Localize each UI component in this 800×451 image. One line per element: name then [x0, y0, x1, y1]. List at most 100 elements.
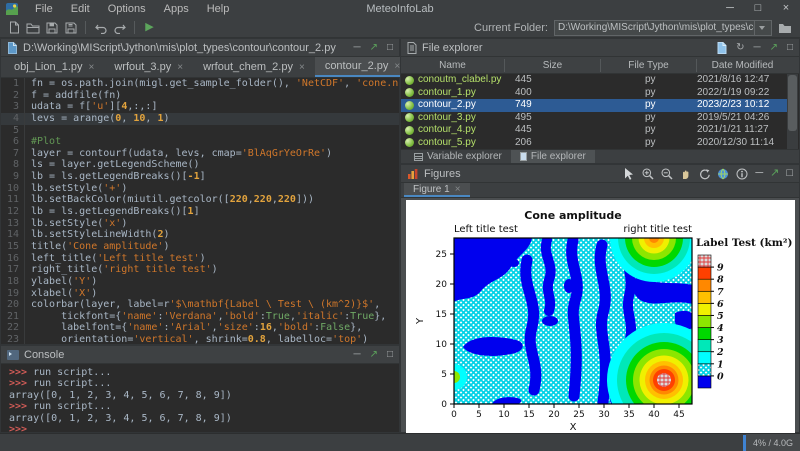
column-header-size[interactable]: Size: [505, 59, 601, 72]
code-line[interactable]: 1fn = os.path.join(migl.get_sample_folde…: [1, 78, 399, 90]
save-button[interactable]: [42, 19, 61, 37]
menu-options[interactable]: Options: [99, 0, 155, 18]
panel-minimize-icon[interactable]: ─: [353, 43, 360, 53]
code-line[interactable]: 20colorbar(layer, label=r'$\mathbf{Label…: [1, 299, 399, 311]
code-line[interactable]: 4levs = arange(0, 10, 1): [1, 113, 399, 125]
editor-tab-label: wrfout_3.py: [114, 61, 171, 73]
file-name: contour_4.py: [401, 124, 505, 137]
rotate-icon[interactable]: [698, 168, 710, 180]
tab-file-explorer[interactable]: File explorer: [511, 150, 595, 163]
tab-figure-1[interactable]: Figure 1 ×: [404, 183, 470, 197]
menu-help[interactable]: Help: [198, 0, 239, 18]
code-line[interactable]: 10lb.setStyle('+'): [1, 183, 399, 195]
editor-tab-wrfout_3-py[interactable]: wrfout_3.py ×: [104, 57, 193, 77]
code-line[interactable]: 14lb.setStyleLineWidth(2): [1, 229, 399, 241]
tab-variable-explorer[interactable]: Variable explorer: [405, 150, 511, 163]
panel-minimize-icon[interactable]: ─: [755, 168, 763, 179]
refresh-icon[interactable]: ↻: [736, 43, 744, 53]
new-file-button[interactable]: [4, 19, 23, 37]
console-title: Console: [24, 349, 64, 361]
tab-close-icon[interactable]: ×: [299, 62, 305, 73]
save-all-button[interactable]: [61, 19, 80, 37]
code-line[interactable]: 13lb.setStyle('x'): [1, 218, 399, 230]
pan-hand-icon[interactable]: [680, 168, 691, 180]
window-maximize-icon[interactable]: □: [744, 0, 772, 18]
file-row[interactable]: contour_1.py400py2022/1/19 09:22: [401, 87, 788, 100]
redo-button[interactable]: [110, 19, 129, 37]
console-output[interactable]: >>> run script...>>> run script...array(…: [1, 364, 399, 432]
file-row[interactable]: contour_4.py445py2021/1/21 11:27: [401, 124, 788, 137]
open-file-button[interactable]: [23, 19, 42, 37]
editor-tab-contour_2-py[interactable]: contour_2.py×: [315, 57, 410, 77]
panel-maximize-icon[interactable]: □: [387, 43, 393, 53]
file-row[interactable]: conoutm_clabel.py445py2021/8/16 12:47: [401, 74, 788, 87]
zoom-in-icon[interactable]: [642, 168, 654, 180]
code-line[interactable]: 2f = addfile(fn): [1, 90, 399, 102]
panel-float-icon[interactable]: ↗: [370, 43, 378, 53]
code-line[interactable]: 11lb.setBackColor(miutil.getcolor([220,2…: [1, 194, 399, 206]
browse-folder-icon[interactable]: [778, 22, 792, 34]
file-row[interactable]: contour_3.py495py2019/5/21 04:26: [401, 112, 788, 125]
code-line[interactable]: 21 tickfont={'name':'Verdana','bold':Tru…: [1, 311, 399, 323]
code-line[interactable]: 3udata = f['u'][4,:,:]: [1, 101, 399, 113]
panel-minimize-icon[interactable]: ─: [353, 350, 360, 360]
new-file-icon[interactable]: [716, 42, 727, 54]
tab-close-icon[interactable]: ×: [455, 184, 461, 195]
menu-file[interactable]: File: [26, 0, 62, 18]
console-panel-header: Console ─ ↗ □: [1, 346, 399, 364]
tab-close-icon[interactable]: ×: [89, 62, 95, 73]
code-line[interactable]: 17right_title('right title test'): [1, 264, 399, 276]
editor-tab-wrfout_chem_2-py[interactable]: wrfout_chem_2.py×: [193, 57, 315, 77]
code-line[interactable]: 18ylabel('Y'): [1, 276, 399, 288]
panel-maximize-icon[interactable]: □: [387, 350, 393, 360]
undo-button[interactable]: [91, 19, 110, 37]
code-line[interactable]: 7layer = contourf(udata, levs, cmap='BlA…: [1, 148, 399, 160]
memory-indicator[interactable]: 4% / 4.0G: [746, 434, 800, 451]
code-line[interactable]: 22 labelfont={'name':'Arial','size':16,'…: [1, 322, 399, 334]
code-line[interactable]: 12lb = ls.getLegendBreaks()[1]: [1, 206, 399, 218]
window-minimize-icon[interactable]: ─: [716, 0, 744, 18]
x-tick-label: 0: [451, 410, 457, 420]
column-header-date[interactable]: Date Modified: [697, 59, 788, 72]
figure-canvas[interactable]: Cone amplitude Left title test right tit…: [406, 200, 795, 433]
current-folder-combobox[interactable]: D:\Working\MIScript\Jython\mis\plot_type…: [554, 20, 772, 36]
column-header-filetype[interactable]: File Type: [601, 59, 697, 72]
file-row[interactable]: contour_2.py749py2023/2/23 10:12: [401, 99, 788, 112]
run-script-button[interactable]: ▶: [140, 19, 159, 37]
code-area[interactable]: 1fn = os.path.join(migl.get_sample_folde…: [1, 78, 399, 344]
toolbar-separator: [85, 21, 86, 34]
panel-maximize-icon[interactable]: □: [786, 168, 793, 179]
file-list-scrollbar[interactable]: [787, 74, 798, 151]
info-icon[interactable]: [736, 168, 748, 180]
file-row[interactable]: contour_5.py206py2020/12/30 11:14: [401, 137, 788, 150]
code-line[interactable]: 9lb = ls.getLegendBreaks()[-1]: [1, 171, 399, 183]
panel-maximize-icon[interactable]: □: [787, 43, 793, 53]
editor-tab-obj_Lion_1-py[interactable]: obj_Lion_1.py×: [4, 57, 104, 77]
line-number: 12: [1, 206, 25, 218]
code-line[interactable]: 23 orientation='vertical', shrink=0.8, l…: [1, 334, 399, 344]
figures-title: Figures: [424, 168, 461, 180]
chevron-down-icon[interactable]: [754, 21, 768, 35]
globe-icon[interactable]: [717, 168, 729, 180]
code-line[interactable]: 5: [1, 125, 399, 137]
tab-close-icon[interactable]: ×: [177, 62, 183, 73]
file-date: 2021/8/16 12:47: [697, 74, 788, 87]
column-header-name[interactable]: Name: [401, 59, 505, 72]
menu-edit[interactable]: Edit: [62, 0, 99, 18]
panel-float-icon[interactable]: ↗: [770, 168, 779, 179]
colorbar-tick-label: 1: [717, 359, 724, 370]
select-cursor-icon[interactable]: [624, 168, 635, 180]
code-line[interactable]: 8ls = layer.getLegendScheme(): [1, 159, 399, 171]
window-close-icon[interactable]: ×: [772, 0, 800, 18]
panel-float-icon[interactable]: ↗: [770, 43, 778, 53]
code-line[interactable]: 19xlabel('X'): [1, 288, 399, 300]
code-line[interactable]: 16left_title('Left title test'): [1, 253, 399, 265]
file-name: contour_5.py: [401, 137, 505, 150]
code-line[interactable]: 6#Plot: [1, 136, 399, 148]
panel-float-icon[interactable]: ↗: [370, 350, 378, 360]
colorbar-segment: [698, 303, 711, 315]
code-line[interactable]: 15title('Cone amplitude'): [1, 241, 399, 253]
menu-apps[interactable]: Apps: [155, 0, 198, 18]
zoom-out-icon[interactable]: [661, 168, 673, 180]
panel-minimize-icon[interactable]: ─: [753, 43, 760, 53]
